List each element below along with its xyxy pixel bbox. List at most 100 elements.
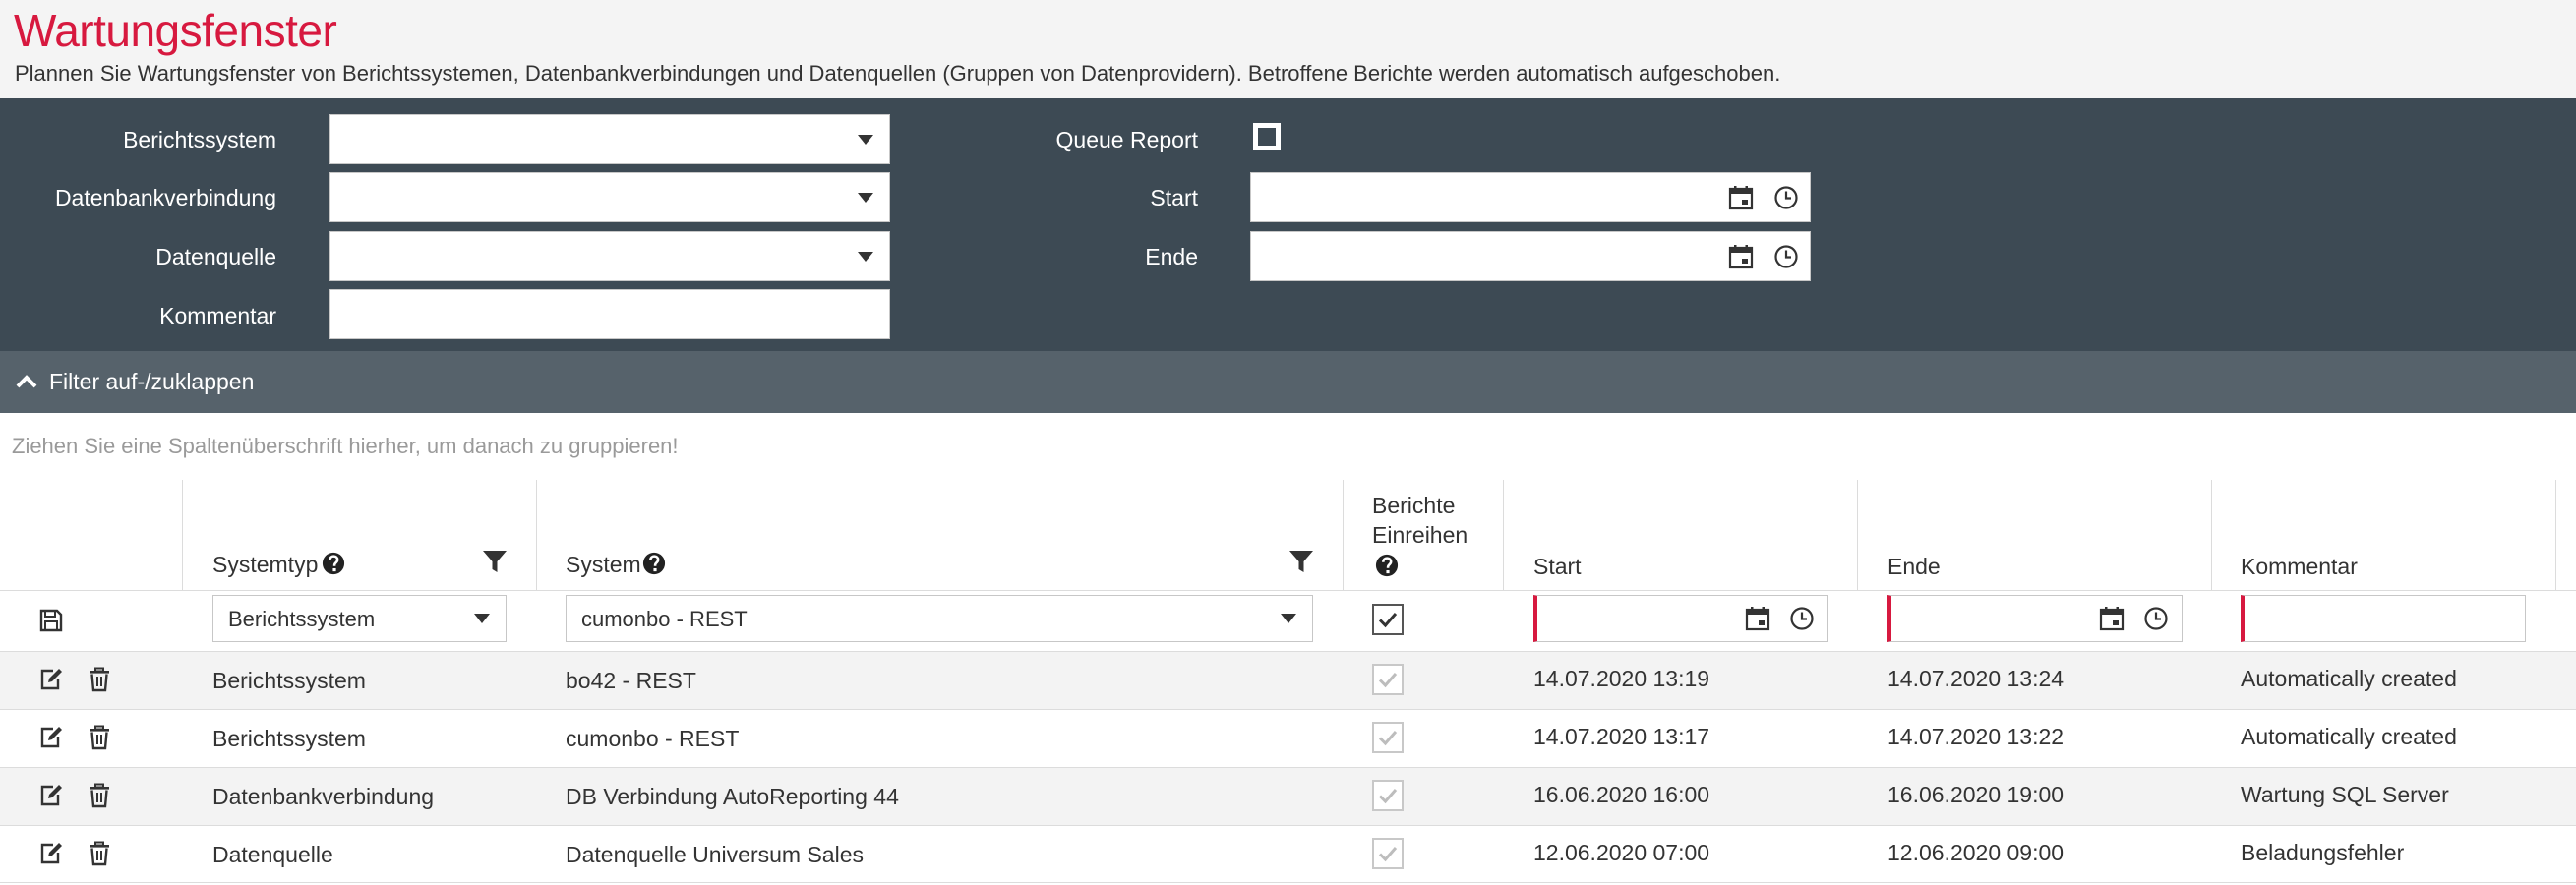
edit-system-dropdown[interactable]: cumonbo - REST xyxy=(566,595,1313,642)
trash-icon[interactable] xyxy=(87,783,112,808)
column-header-berichte-einreihen-line1[interactable]: Berichte xyxy=(1372,493,1455,519)
cell-einreihen-checkbox xyxy=(1372,664,1404,695)
filter-datenbankverbindung-label: Datenbankverbindung xyxy=(54,185,276,210)
filter-icon[interactable] xyxy=(482,549,508,574)
filter-ende-datetime-input[interactable] xyxy=(1250,231,1811,281)
filter-ende-label: Ende xyxy=(1145,244,1198,269)
cell-system: cumonbo - REST xyxy=(566,726,740,751)
group-by-drop-area[interactable]: Ziehen Sie eine Spaltenüberschrift hierh… xyxy=(12,434,679,459)
column-header-ende[interactable]: Ende xyxy=(1887,554,1941,580)
column-divider xyxy=(1503,480,1504,590)
chevron-up-icon[interactable] xyxy=(16,374,37,389)
check-icon xyxy=(1375,607,1401,632)
cell-einreihen-checkbox xyxy=(1372,838,1404,869)
filter-datenquelle-dropdown[interactable] xyxy=(329,231,890,281)
filter-start-datetime-input[interactable] xyxy=(1250,172,1811,222)
queue-report-label: Queue Report xyxy=(1055,127,1198,152)
cell-ende: 16.06.2020 19:00 xyxy=(1887,782,2065,807)
grid-bottom-border xyxy=(0,882,2576,883)
queue-report-checkbox[interactable] xyxy=(1253,123,1281,150)
calendar-icon[interactable] xyxy=(1728,244,1754,269)
edit-icon[interactable] xyxy=(38,841,64,866)
page-header: Wartungsfenster Plannen Sie Wartungsfens… xyxy=(0,0,2576,98)
column-divider xyxy=(536,480,537,590)
cell-start: 16.06.2020 16:00 xyxy=(1533,782,1710,807)
filter-start-label: Start xyxy=(1150,185,1198,210)
cell-ende: 12.06.2020 09:00 xyxy=(1887,840,2065,865)
help-icon[interactable] xyxy=(322,552,345,575)
trash-icon[interactable] xyxy=(87,667,112,692)
column-header-systemtyp[interactable]: Systemtyp xyxy=(212,552,318,578)
edit-icon[interactable] xyxy=(38,783,64,808)
cell-systemtyp: Berichtssystem xyxy=(212,726,366,751)
help-icon[interactable] xyxy=(1375,554,1399,577)
cell-system: Datenquelle Universum Sales xyxy=(566,842,864,867)
cell-einreihen-checkbox xyxy=(1372,722,1404,753)
cell-system: DB Verbindung AutoReporting 44 xyxy=(566,784,899,809)
clock-icon[interactable] xyxy=(2143,606,2169,631)
cell-kommentar: Automatically created xyxy=(2241,724,2457,749)
dropdown-caret-icon xyxy=(474,614,490,623)
filter-datenbankverbindung-dropdown[interactable] xyxy=(329,172,890,222)
clock-icon[interactable] xyxy=(1789,606,1815,631)
dropdown-caret-icon xyxy=(1281,614,1296,623)
check-icon xyxy=(1375,783,1401,808)
cell-kommentar: Beladungsfehler xyxy=(2241,840,2405,865)
column-divider xyxy=(182,480,183,590)
column-header-berichte-einreihen-line2[interactable]: Einreihen xyxy=(1372,522,1468,549)
filter-toggle-bar[interactable] xyxy=(0,351,2576,413)
check-icon xyxy=(1375,841,1401,866)
calendar-icon[interactable] xyxy=(2099,606,2125,631)
column-divider xyxy=(2211,480,2212,590)
dropdown-caret-icon xyxy=(858,135,873,145)
cell-kommentar: Wartung SQL Server xyxy=(2241,782,2449,807)
edit-start-datetime-input[interactable] xyxy=(1533,595,1828,642)
page-title: Wartungsfenster xyxy=(14,5,337,56)
help-icon[interactable] xyxy=(642,552,666,575)
clock-icon[interactable] xyxy=(1773,185,1799,210)
calendar-icon[interactable] xyxy=(1728,185,1754,210)
dropdown-caret-icon xyxy=(858,252,873,262)
clock-icon[interactable] xyxy=(1773,244,1799,269)
column-header-system[interactable]: System xyxy=(566,552,641,578)
table-row: Berichtssystem bo42 - REST 14.07.2020 13… xyxy=(0,651,2576,709)
dropdown-caret-icon xyxy=(858,193,873,203)
filter-berichtssystem-dropdown[interactable] xyxy=(329,114,890,164)
column-divider xyxy=(1343,480,1344,590)
cell-systemtyp: Datenquelle xyxy=(212,842,333,867)
edit-ende-datetime-input[interactable] xyxy=(1887,595,2183,642)
cell-ende: 14.07.2020 13:22 xyxy=(1887,724,2065,749)
cell-einreihen-checkbox xyxy=(1372,780,1404,811)
edit-systemtyp-dropdown[interactable]: Berichtssystem xyxy=(212,595,507,642)
edit-icon[interactable] xyxy=(38,725,64,750)
cell-start: 14.07.2020 13:19 xyxy=(1533,666,1710,691)
page-subtitle: Plannen Sie Wartungsfenster von Berichts… xyxy=(15,61,1781,86)
filter-icon[interactable] xyxy=(1288,549,1314,574)
cell-system: bo42 - REST xyxy=(566,668,696,693)
check-icon xyxy=(1375,725,1401,750)
filter-berichtssystem-label: Berichtssystem xyxy=(123,127,276,152)
cell-systemtyp: Datenbankverbindung xyxy=(212,784,435,809)
filter-toggle-label[interactable]: Filter auf-/zuklappen xyxy=(49,369,254,395)
cell-start: 14.07.2020 13:17 xyxy=(1533,724,1710,749)
edit-kommentar-input[interactable] xyxy=(2241,595,2526,642)
table-row: Datenbankverbindung DB Verbindung AutoRe… xyxy=(0,767,2576,825)
trash-icon[interactable] xyxy=(87,725,112,750)
calendar-icon[interactable] xyxy=(1745,606,1770,631)
column-header-start[interactable]: Start xyxy=(1533,554,1582,580)
cell-kommentar: Automatically created xyxy=(2241,666,2457,691)
filter-datenquelle-label: Datenquelle xyxy=(155,244,276,269)
filter-kommentar-label: Kommentar xyxy=(159,303,276,328)
save-icon[interactable] xyxy=(38,608,64,633)
edit-einreihen-checkbox[interactable] xyxy=(1372,604,1404,635)
trash-icon[interactable] xyxy=(87,841,112,866)
table-row: Datenquelle Datenquelle Universum Sales … xyxy=(0,825,2576,883)
column-header-kommentar[interactable]: Kommentar xyxy=(2241,554,2358,580)
filter-kommentar-input[interactable] xyxy=(329,289,890,339)
cell-ende: 14.07.2020 13:24 xyxy=(1887,666,2065,691)
edit-icon[interactable] xyxy=(38,667,64,692)
edit-system-value: cumonbo - REST xyxy=(581,607,748,631)
check-icon xyxy=(1375,667,1401,692)
column-divider xyxy=(1857,480,1858,590)
edit-systemtyp-value: Berichtssystem xyxy=(228,607,376,631)
